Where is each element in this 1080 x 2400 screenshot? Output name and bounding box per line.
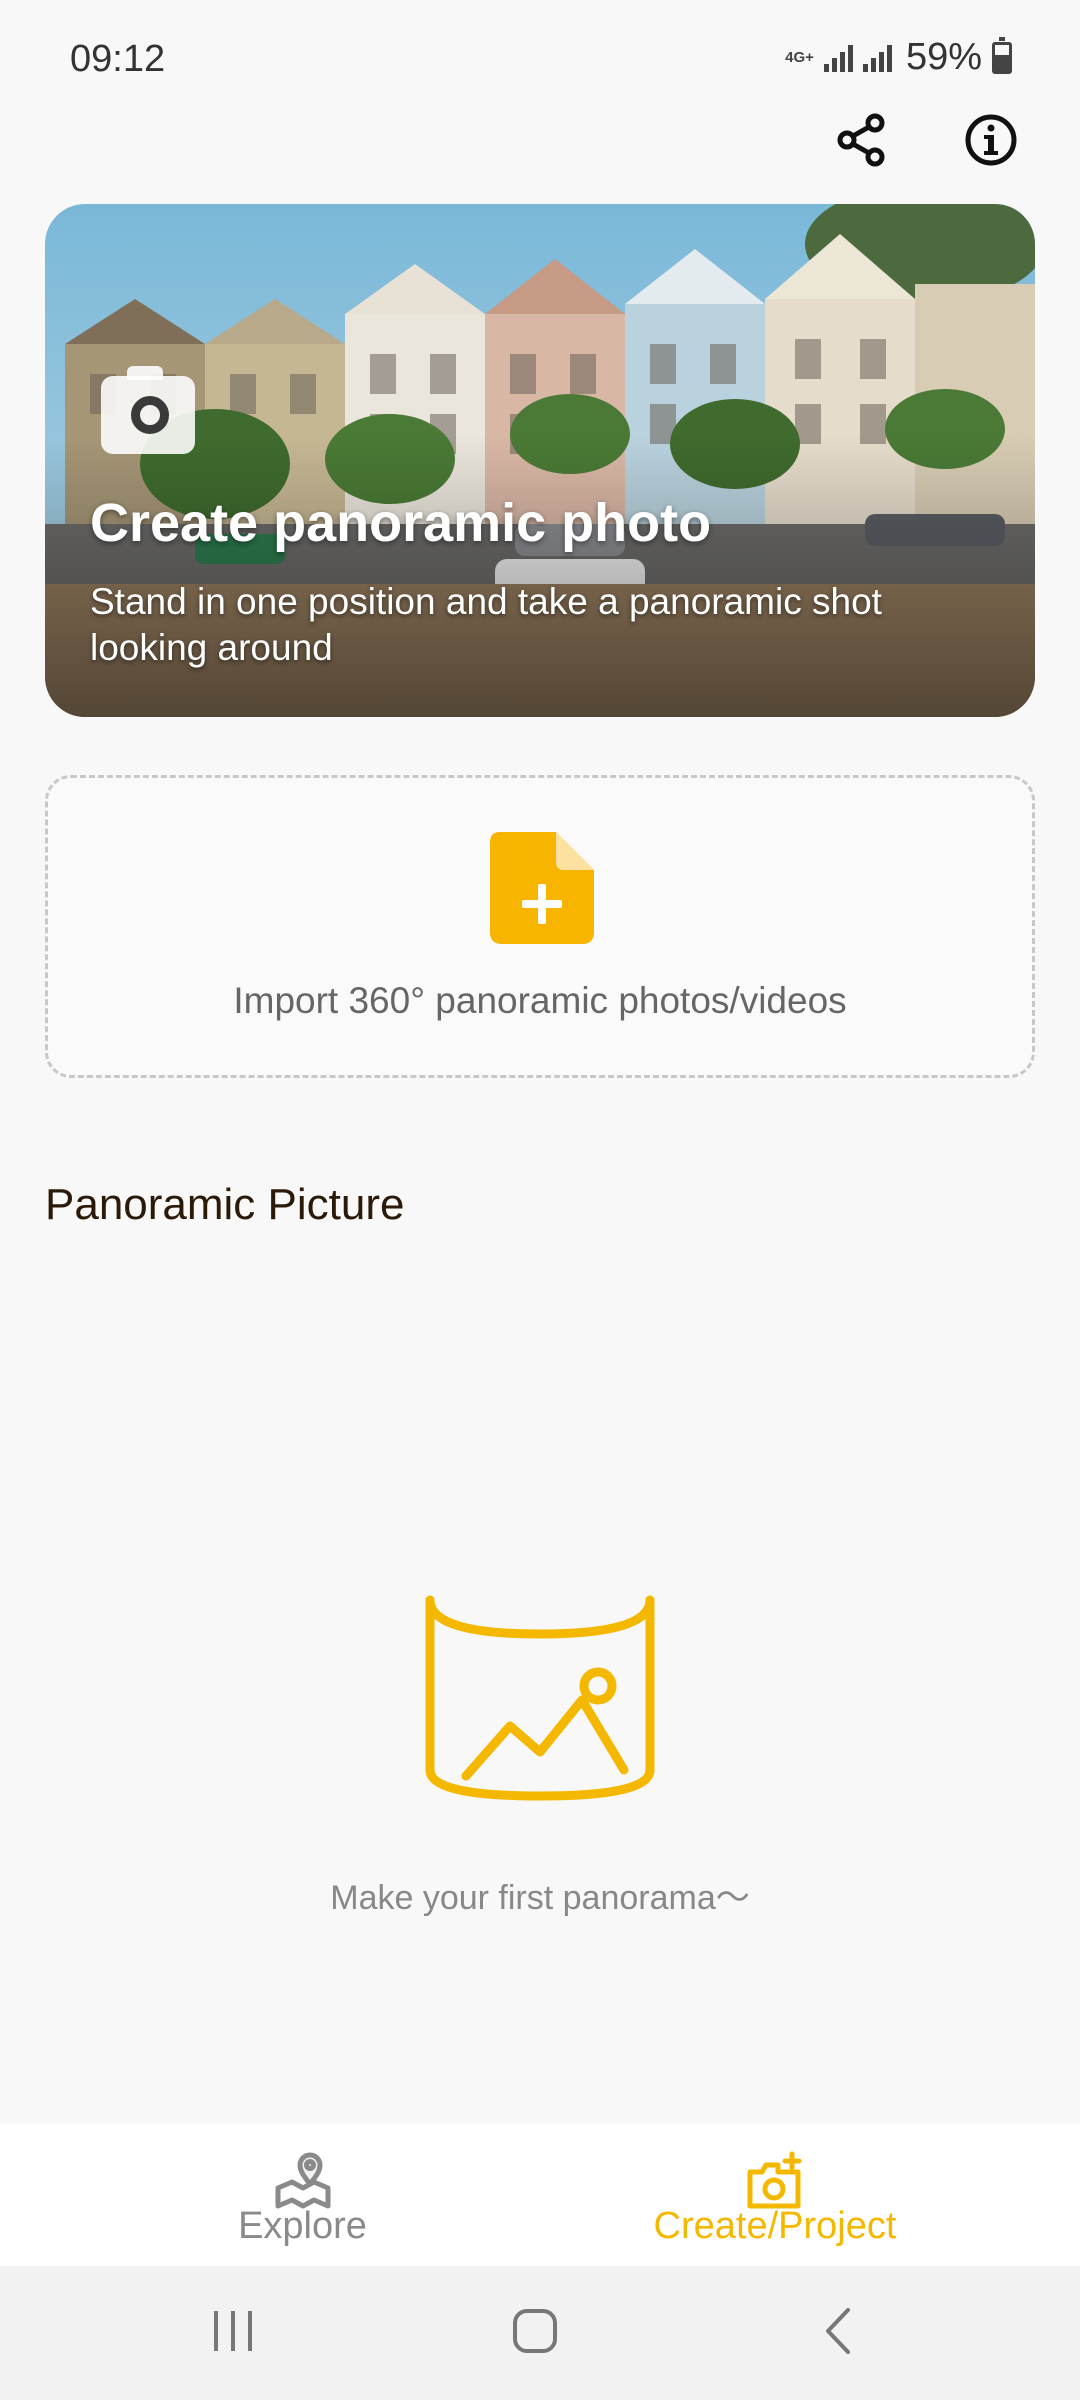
network-type: 4G+ bbox=[785, 49, 814, 66]
status-indicators: 4G+ 59% bbox=[785, 36, 1012, 79]
camera-icon bbox=[101, 366, 195, 454]
import-label: Import 360° panoramic photos/videos bbox=[233, 980, 847, 1021]
map-pin-icon bbox=[275, 2152, 330, 2209]
battery-percent: 59% bbox=[905, 36, 982, 78]
signal-icon-2 bbox=[862, 44, 892, 72]
info-icon bbox=[965, 114, 1017, 166]
nav-create-project[interactable]: Create/Project bbox=[615, 2124, 935, 2266]
add-file-icon bbox=[490, 832, 594, 944]
bottom-nav: Explore Create/Project bbox=[0, 2124, 1080, 2266]
system-nav-bar bbox=[0, 2266, 1080, 2400]
status-bar: 09:12 4G+ 59% bbox=[0, 0, 1080, 120]
nav-create-label: Create/Project bbox=[653, 2205, 897, 2247]
share-icon bbox=[837, 113, 885, 167]
hero-subtitle: Stand in one position and take a panoram… bbox=[90, 581, 882, 668]
signal-icon bbox=[823, 44, 853, 72]
home-icon bbox=[513, 2309, 557, 2353]
status-time: 09:12 bbox=[70, 38, 166, 80]
battery-icon bbox=[992, 36, 1012, 74]
hero-title: Create panoramic photo bbox=[90, 493, 712, 553]
camera-add-icon bbox=[747, 2151, 802, 2209]
create-panorama-card[interactable]: Create panoramic photo Stand in one posi… bbox=[45, 204, 1035, 717]
info-button[interactable] bbox=[956, 105, 1026, 175]
empty-state-text: Make your first panorama～ bbox=[330, 1879, 750, 1917]
nav-explore[interactable]: Explore bbox=[200, 2124, 405, 2266]
share-button[interactable] bbox=[827, 105, 897, 175]
back-icon bbox=[826, 2308, 850, 2354]
recents-button[interactable] bbox=[193, 2296, 273, 2366]
panorama-icon bbox=[425, 1595, 655, 1801]
section-title: Panoramic Picture bbox=[45, 1180, 405, 1229]
recents-icon bbox=[214, 2311, 252, 2351]
nav-explore-label: Explore bbox=[238, 2205, 367, 2247]
home-button[interactable] bbox=[495, 2296, 575, 2366]
import-panorama-button[interactable]: Import 360° panoramic photos/videos bbox=[45, 775, 1035, 1078]
back-button[interactable] bbox=[798, 2296, 878, 2366]
